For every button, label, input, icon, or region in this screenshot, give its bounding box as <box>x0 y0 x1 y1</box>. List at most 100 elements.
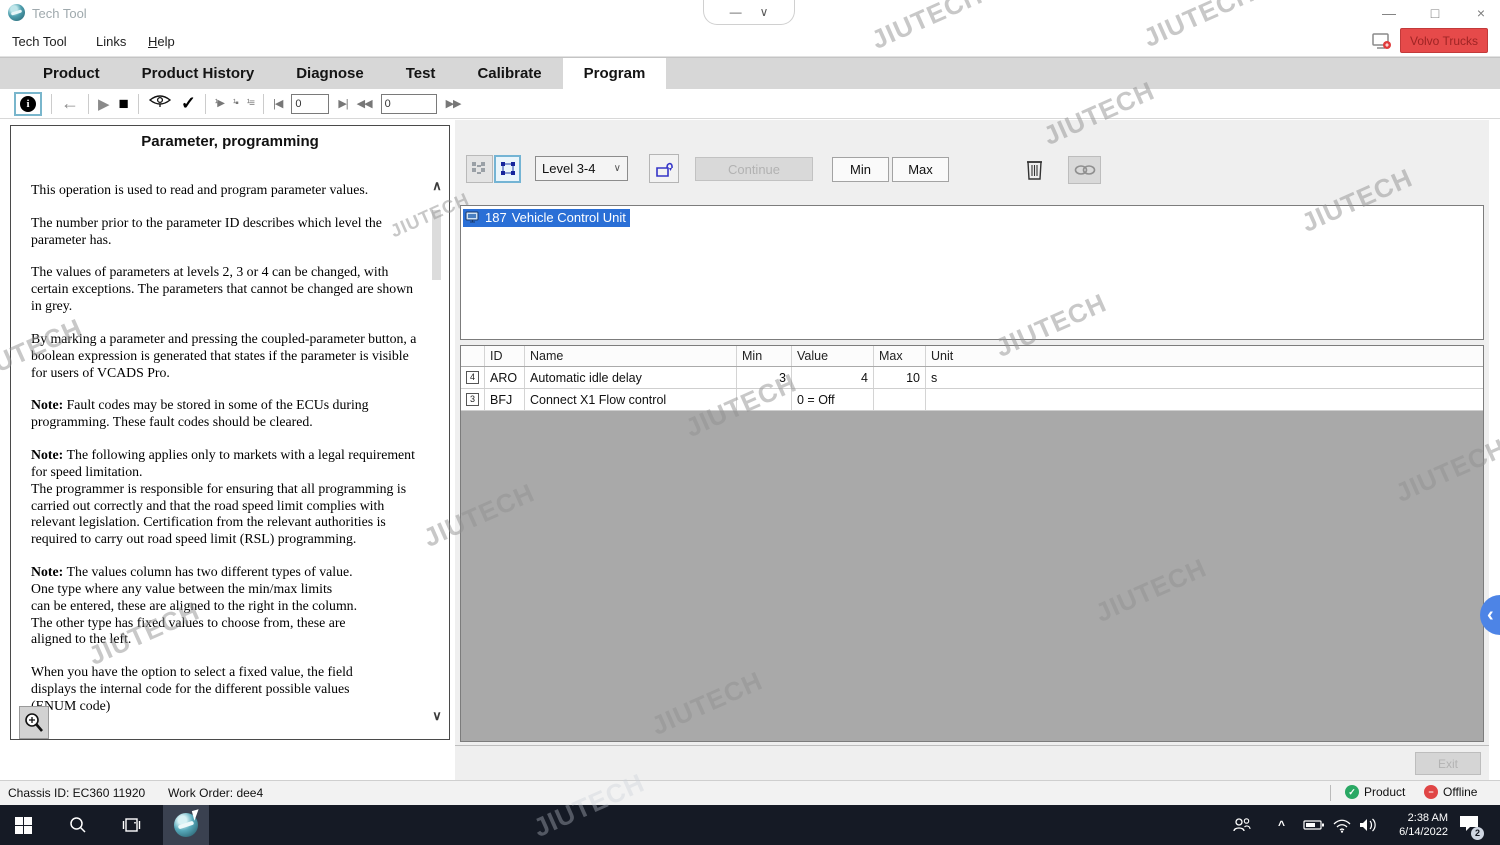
battery-icon <box>1303 818 1325 832</box>
coupled-parameter-button[interactable] <box>1068 156 1101 184</box>
parameter-table: ID Name Min Value Max Unit 4 ARO Automat… <box>460 345 1484 742</box>
menubar: Tech Tool Links Help <box>0 26 1500 57</box>
notification-button[interactable]: 2 <box>1458 805 1480 845</box>
tray-expand-button[interactable]: ^ <box>1278 805 1285 845</box>
tab-program[interactable]: Program <box>563 58 667 89</box>
techtool-taskbar-button[interactable] <box>163 805 209 845</box>
overlay-minimize-icon[interactable]: — <box>730 5 742 19</box>
battery-button[interactable] <box>1303 805 1325 845</box>
col-name[interactable]: Name <box>525 346 737 366</box>
tree-view-button[interactable] <box>494 155 521 183</box>
col-level[interactable] <box>461 346 485 366</box>
tab-product-history[interactable]: Product History <box>121 58 276 89</box>
col-id[interactable]: ID <box>485 346 525 366</box>
info-paragraph: By marking a parameter and pressing the … <box>31 331 417 381</box>
minimize-button[interactable]: — <box>1380 5 1398 21</box>
max-button[interactable]: Max <box>892 157 949 182</box>
search-button[interactable] <box>55 805 101 845</box>
min-button[interactable]: Min <box>832 157 889 182</box>
cell-min: 3 <box>737 367 792 388</box>
nav-next-icon[interactable]: ▶| <box>338 97 347 110</box>
ecu-name: Vehicle Control Unit <box>512 210 626 225</box>
info-paragraph: When you have the option to select a fix… <box>31 664 417 714</box>
windows-icon <box>15 817 32 834</box>
scroll-down-icon[interactable]: ∨ <box>428 708 446 724</box>
tree-view-icon <box>499 160 517 178</box>
step-count-input[interactable] <box>381 94 437 114</box>
statusbar: Chassis ID: EC360 11920 Work Order: dee4… <box>0 780 1500 805</box>
menu-help[interactable]: Help <box>142 32 181 51</box>
people-icon <box>1232 817 1252 833</box>
info-button[interactable]: i <box>14 92 42 116</box>
back-arrow-icon[interactable]: ← <box>61 93 79 114</box>
exit-button[interactable]: Exit <box>1415 752 1481 775</box>
col-value[interactable]: Value <box>792 346 874 366</box>
cell-unit: s <box>926 367 1483 388</box>
close-button[interactable]: × <box>1472 5 1490 21</box>
scroll-up-icon[interactable]: ∧ <box>428 178 446 194</box>
flat-view-button[interactable] <box>466 155 493 183</box>
tab-diagnose[interactable]: Diagnose <box>275 58 385 89</box>
nav-prev-icon[interactable]: ◀◀ <box>357 97 372 110</box>
table-header-row: ID Name Min Value Max Unit <box>461 346 1483 367</box>
tab-product[interactable]: Product <box>22 58 121 89</box>
cell-max <box>874 389 926 410</box>
notification-count-badge: 2 <box>1471 827 1484 840</box>
step-into-icon[interactable]: ¹▶ <box>215 98 224 109</box>
remote-overlay-notch[interactable]: — ∨ <box>703 0 795 25</box>
level-badge: 4 <box>466 371 479 384</box>
stop-icon[interactable]: ■ <box>119 94 129 114</box>
unlock-icon <box>654 159 674 179</box>
play-icon[interactable]: ▶ <box>98 95 110 113</box>
step-out-icon[interactable]: ¹≡ <box>247 98 254 109</box>
level-select[interactable]: Level 3-4 ∨ <box>535 156 628 181</box>
overlay-chevron-icon[interactable]: ∨ <box>760 5 769 19</box>
cell-value[interactable]: 0 = Off <box>792 389 874 410</box>
cell-value[interactable]: 4 <box>792 367 874 388</box>
offline-icon: − <box>1424 785 1438 799</box>
step-over-icon[interactable]: ¹▪ <box>233 98 238 109</box>
col-unit[interactable]: Unit <box>926 346 1483 366</box>
clock[interactable]: 2:38 AM 6/14/2022 <box>1388 805 1448 845</box>
panel-footer: Exit <box>455 745 1489 780</box>
volume-button[interactable] <box>1358 805 1378 845</box>
screen: Tech Tool — ∨ — □ × Tech Tool Links Help… <box>0 0 1500 845</box>
scrollbar[interactable]: ∧ ∨ <box>428 178 446 724</box>
scroll-thumb[interactable] <box>432 210 441 280</box>
cell-unit <box>926 389 1483 410</box>
wifi-button[interactable] <box>1332 805 1352 845</box>
magnifier-icon[interactable] <box>19 706 49 739</box>
info-icon: i <box>20 96 36 112</box>
jump-count-input[interactable] <box>291 94 329 114</box>
remote-session-icon[interactable] <box>1372 32 1392 55</box>
task-view-button[interactable] <box>108 805 154 845</box>
menu-links[interactable]: Links <box>90 32 132 51</box>
col-min[interactable]: Min <box>737 346 792 366</box>
nav-first-icon[interactable]: |◀ <box>273 97 282 110</box>
info-paragraph: The number prior to the parameter ID des… <box>31 215 417 249</box>
read-parameters-button[interactable] <box>649 154 679 183</box>
tabbar: Product Product History Diagnose Test Ca… <box>0 57 1500 89</box>
volvo-trucks-button[interactable]: Volvo Trucks <box>1400 28 1488 53</box>
menu-techtool[interactable]: Tech Tool <box>6 32 73 51</box>
chevron-down-icon: ∨ <box>614 163 621 174</box>
people-button[interactable] <box>1232 805 1252 845</box>
window-title: Tech Tool <box>32 6 87 21</box>
col-max[interactable]: Max <box>874 346 926 366</box>
techtool-app-icon <box>174 813 198 837</box>
check-icon[interactable]: ✓ <box>181 93 196 114</box>
nav-last-icon[interactable]: ▶▶ <box>446 97 461 110</box>
info-paragraph: This operation is used to read and progr… <box>31 182 417 199</box>
tab-test[interactable]: Test <box>385 58 457 89</box>
calculator-button[interactable] <box>1022 157 1046 183</box>
maximize-button[interactable]: □ <box>1426 5 1444 21</box>
start-button[interactable] <box>0 805 46 845</box>
tab-calibrate[interactable]: Calibrate <box>456 58 562 89</box>
continue-button[interactable]: Continue <box>695 157 813 181</box>
preview-icon[interactable] <box>148 92 172 115</box>
table-row[interactable]: 4 ARO Automatic idle delay 3 4 10 s <box>461 367 1483 389</box>
info-paragraph: Note: The following applies only to mark… <box>31 447 417 548</box>
ecu-item-selected[interactable]: 187 Vehicle Control Unit <box>463 209 630 227</box>
table-row[interactable]: 3 BFJ Connect X1 Flow control 0 = Off <box>461 389 1483 411</box>
product-status: ✓ Product <box>1345 785 1405 799</box>
